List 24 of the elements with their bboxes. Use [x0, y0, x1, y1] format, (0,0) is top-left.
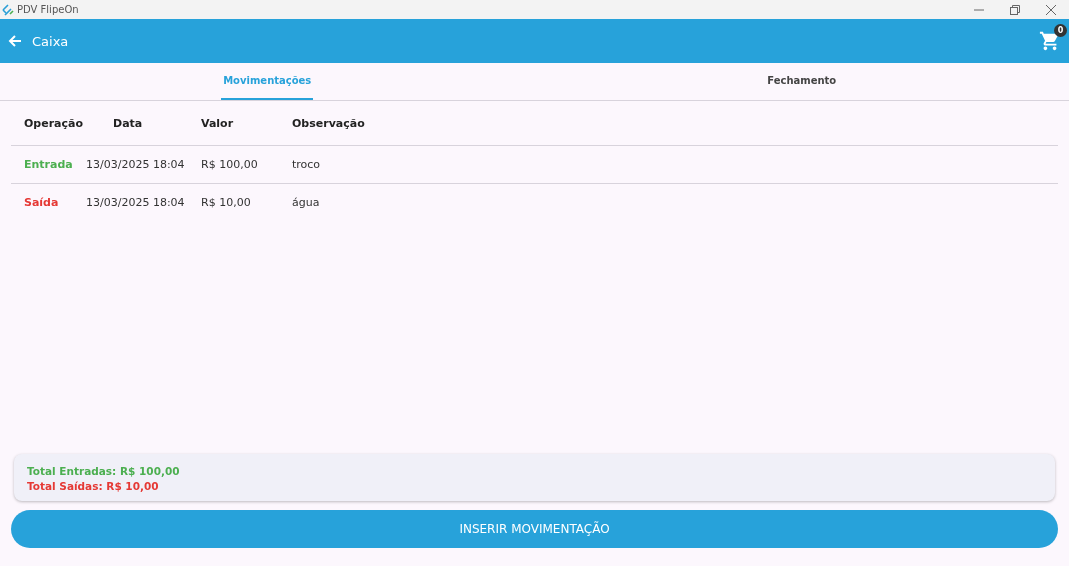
total-text: Total Saídas: R$ 10,00: [27, 480, 160, 492]
app-logo-icon: [2, 3, 14, 16]
column-header: Observação: [292, 116, 366, 130]
column-header: Valor: [201, 116, 235, 130]
cart-count-badge: 0: [1054, 24, 1067, 37]
table-cell-text: 13/03/2025 18:04: [86, 196, 186, 209]
screen-title: Caixa: [32, 33, 70, 49]
window-title: PDV FlipeOn: [17, 4, 80, 15]
back-arrow-icon[interactable]: [8, 34, 22, 48]
table-cell-text: R$ 100,00: [201, 158, 259, 171]
column-header: Data: [113, 116, 144, 130]
tab[interactable]: Movimentações: [221, 63, 314, 100]
table-cell-text: Saída: [24, 196, 60, 209]
table-cell-text: R$ 10,00: [201, 196, 252, 209]
total-text: Total Entradas: R$ 100,00: [27, 465, 181, 477]
close-icon[interactable]: [1046, 4, 1056, 15]
table-cell-text: água: [292, 196, 321, 209]
insert-movement-button[interactable]: INSERIR MOVIMENTAÇÃO: [11, 510, 1058, 548]
restore-icon[interactable]: [1010, 4, 1020, 15]
table-cell-text: Entrada: [24, 158, 74, 171]
tab[interactable]: Fechamento: [765, 63, 839, 100]
column-header: Operação: [24, 116, 85, 130]
table-cell-text: 13/03/2025 18:04: [86, 158, 186, 171]
table-cell-text: troco: [292, 158, 322, 171]
